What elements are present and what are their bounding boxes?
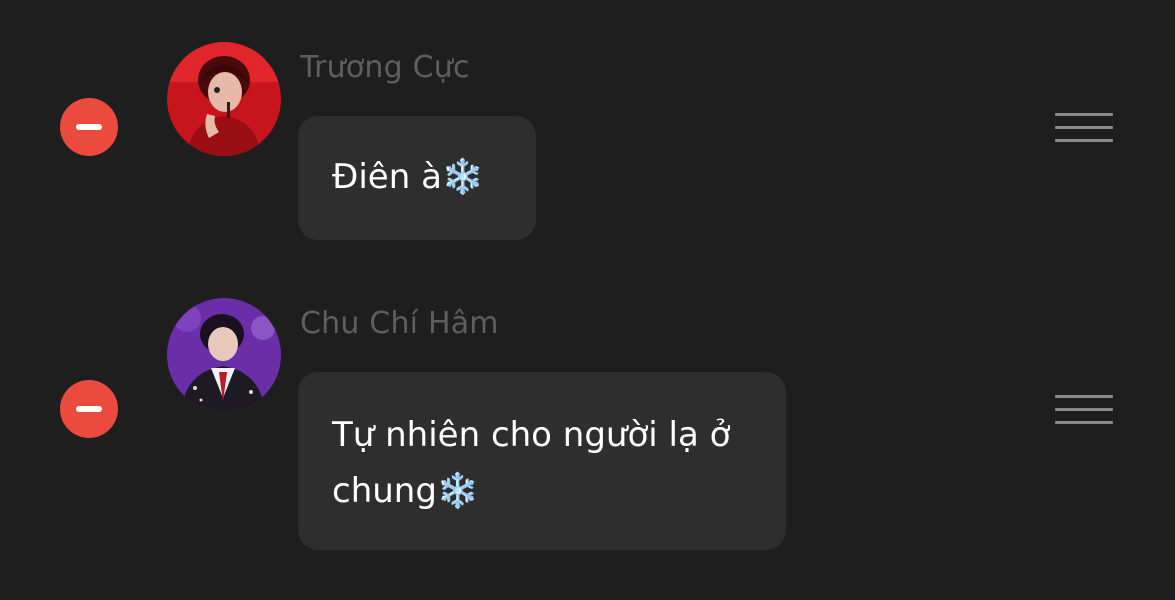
message-row: Trương Cực Điên à❄️	[0, 0, 1175, 270]
minus-icon	[76, 124, 102, 130]
avatar[interactable]	[167, 42, 281, 156]
drag-handle-icon[interactable]	[1055, 112, 1113, 144]
message-text: Điên à	[332, 157, 442, 197]
minus-icon	[76, 406, 102, 412]
avatar[interactable]	[167, 298, 281, 412]
chat-edit-screen: Trương Cực Điên à❄️ Chu Chí Hâm Tự nhiên…	[0, 0, 1175, 600]
sender-name: Chu Chí Hâm	[300, 306, 499, 341]
message-text: Tự nhiên cho người lạ ở chung	[332, 415, 731, 511]
avatar-photo	[167, 298, 281, 412]
avatar-photo	[167, 42, 281, 156]
sender-name: Trương Cực	[300, 50, 470, 85]
drag-handle-icon[interactable]	[1055, 394, 1113, 426]
snowflake-icon: ❄️	[436, 471, 480, 511]
message-bubble[interactable]: Tự nhiên cho người lạ ở chung❄️	[298, 372, 786, 550]
delete-message-button[interactable]	[60, 98, 118, 156]
delete-message-button[interactable]	[60, 380, 118, 438]
message-row: Chu Chí Hâm Tự nhiên cho người lạ ở chun…	[0, 270, 1175, 600]
message-bubble[interactable]: Điên à❄️	[298, 116, 536, 240]
snowflake-icon: ❄️	[441, 157, 485, 197]
